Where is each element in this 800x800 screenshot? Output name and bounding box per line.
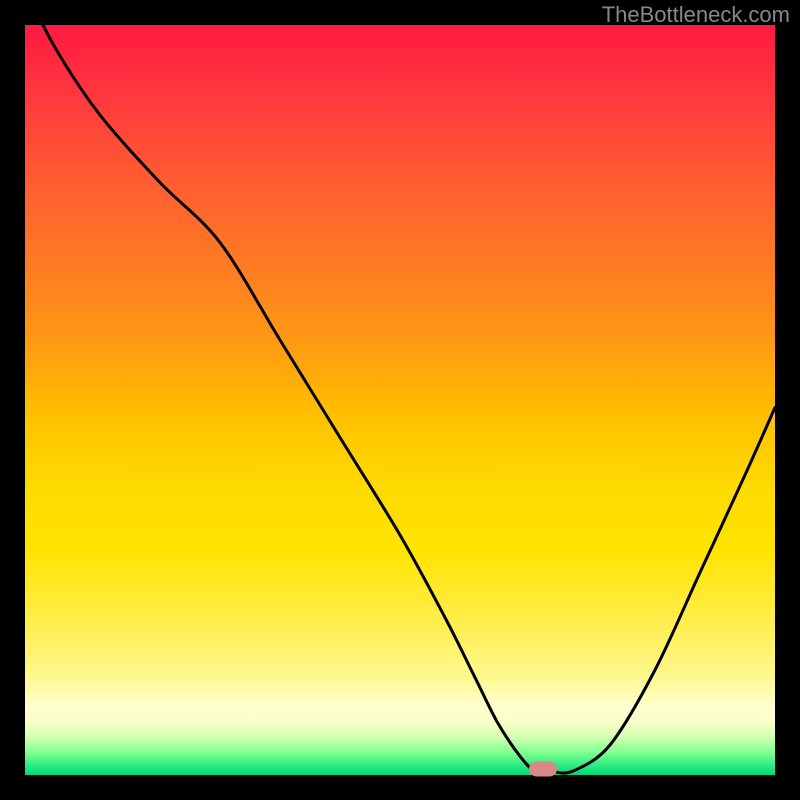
bottleneck-curve [25,25,775,775]
watermark-text: TheBottleneck.com [602,2,790,28]
chart-plot-area [25,25,775,775]
optimal-point-marker [529,762,557,777]
